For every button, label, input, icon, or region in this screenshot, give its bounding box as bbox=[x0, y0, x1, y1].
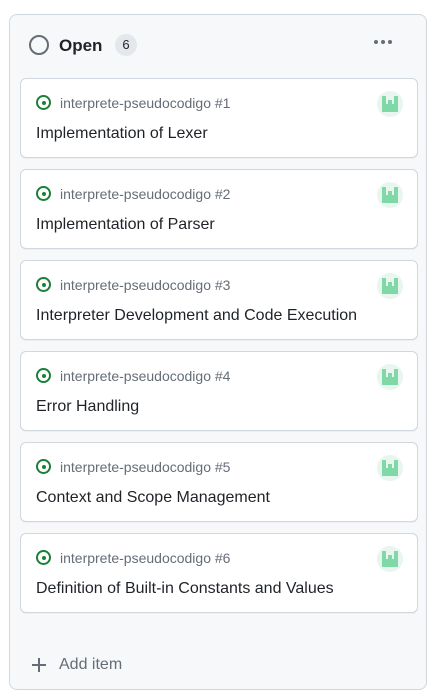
issue-opened-icon bbox=[36, 277, 51, 292]
issue-reference[interactable]: interprete-pseudocodigo #1 bbox=[60, 95, 230, 112]
issue-card[interactable]: interprete-pseudocodigo #6 Definition of… bbox=[20, 533, 418, 613]
plus-icon bbox=[32, 658, 46, 672]
issue-reference[interactable]: interprete-pseudocodigo #2 bbox=[60, 186, 230, 203]
assignee-avatar[interactable] bbox=[377, 91, 403, 117]
issue-reference[interactable]: interprete-pseudocodigo #3 bbox=[60, 277, 230, 294]
kebab-dot bbox=[388, 40, 392, 44]
issue-title[interactable]: Implementation of Lexer bbox=[36, 124, 208, 144]
issue-repo: interprete-pseudocodigo bbox=[60, 95, 211, 111]
issue-opened-icon bbox=[36, 95, 51, 110]
issue-reference[interactable]: interprete-pseudocodigo #4 bbox=[60, 368, 230, 385]
add-item-label: Add item bbox=[59, 656, 123, 673]
column-header: Open 6 bbox=[10, 15, 426, 75]
issue-title[interactable]: Error Handling bbox=[36, 397, 139, 417]
issue-repo: interprete-pseudocodigo bbox=[60, 459, 211, 475]
issue-title[interactable]: Implementation of Parser bbox=[36, 215, 215, 235]
card-list: interprete-pseudocodigo #1 Implementatio… bbox=[20, 78, 418, 624]
issue-opened-icon bbox=[36, 368, 51, 383]
issue-reference[interactable]: interprete-pseudocodigo #5 bbox=[60, 459, 230, 476]
issue-card[interactable]: interprete-pseudocodigo #4 Error Handlin… bbox=[20, 351, 418, 431]
issue-title[interactable]: Interpreter Development and Code Executi… bbox=[36, 306, 357, 326]
issue-number: #5 bbox=[214, 459, 231, 475]
issue-number: #6 bbox=[214, 550, 231, 566]
board-column-open: Open 6 interprete-pseudocodigo #1 Implem… bbox=[9, 14, 427, 690]
add-item-button[interactable]: Add item bbox=[32, 653, 122, 677]
issue-repo: interprete-pseudocodigo bbox=[60, 368, 211, 384]
issue-opened-icon bbox=[36, 459, 51, 474]
issue-number: #4 bbox=[214, 368, 231, 384]
issue-number: #1 bbox=[214, 95, 231, 111]
issue-card[interactable]: interprete-pseudocodigo #2 Implementatio… bbox=[20, 169, 418, 249]
assignee-avatar[interactable] bbox=[377, 273, 403, 299]
issue-title[interactable]: Definition of Built-in Constants and Val… bbox=[36, 579, 334, 599]
issue-title[interactable]: Context and Scope Management bbox=[36, 488, 270, 508]
issue-number: #3 bbox=[214, 277, 231, 293]
issue-repo: interprete-pseudocodigo bbox=[60, 277, 211, 293]
issue-card[interactable]: interprete-pseudocodigo #1 Implementatio… bbox=[20, 78, 418, 158]
issue-opened-icon bbox=[36, 550, 51, 565]
assignee-avatar[interactable] bbox=[377, 455, 403, 481]
kebab-dot bbox=[381, 40, 385, 44]
column-title: Open bbox=[59, 36, 103, 55]
column-options-button[interactable] bbox=[370, 32, 396, 52]
issue-opened-icon bbox=[36, 186, 51, 201]
issue-number: #2 bbox=[214, 186, 231, 202]
issue-repo: interprete-pseudocodigo bbox=[60, 550, 211, 566]
item-count-badge: 6 bbox=[115, 34, 137, 56]
assignee-avatar[interactable] bbox=[377, 182, 403, 208]
issue-card[interactable]: interprete-pseudocodigo #3 Interpreter D… bbox=[20, 260, 418, 340]
kebab-horizontal-icon bbox=[374, 40, 378, 44]
issue-repo: interprete-pseudocodigo bbox=[60, 186, 211, 202]
assignee-avatar[interactable] bbox=[377, 364, 403, 390]
issue-card[interactable]: interprete-pseudocodigo #5 Context and S… bbox=[20, 442, 418, 522]
issue-reference[interactable]: interprete-pseudocodigo #6 bbox=[60, 550, 230, 567]
assignee-avatar[interactable] bbox=[377, 546, 403, 572]
circle-outline-icon bbox=[29, 35, 49, 55]
